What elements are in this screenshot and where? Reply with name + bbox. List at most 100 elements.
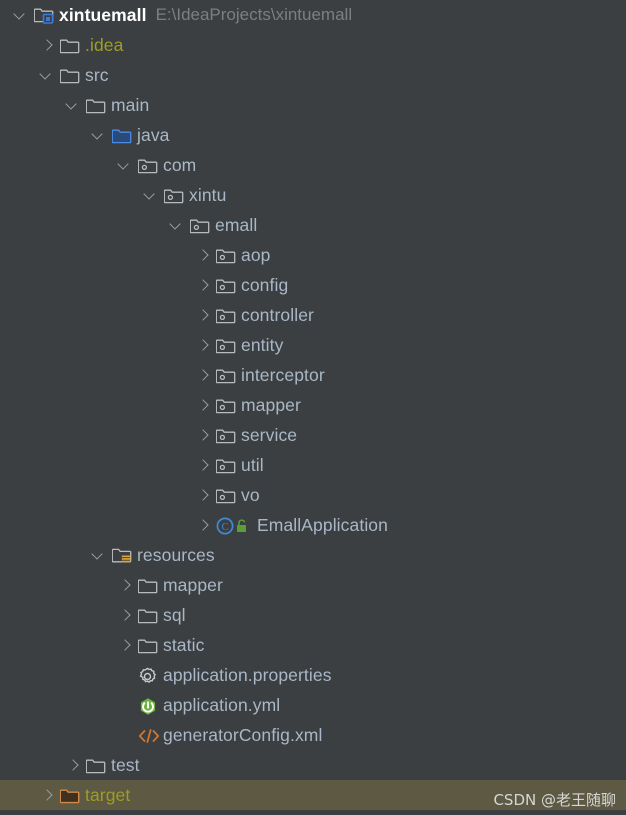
package-icon bbox=[189, 210, 211, 240]
chevron-right-icon[interactable] bbox=[115, 570, 137, 600]
chevron-right-icon[interactable] bbox=[193, 300, 215, 330]
tree-row-service[interactable]: service bbox=[0, 420, 626, 450]
tree-row-label: application.properties bbox=[163, 665, 332, 685]
tree-row-test[interactable]: test bbox=[0, 750, 626, 780]
chevron-down-icon[interactable] bbox=[89, 540, 111, 570]
tree-row-config[interactable]: config bbox=[0, 270, 626, 300]
package-icon bbox=[163, 180, 185, 210]
tree-row-label: service bbox=[241, 425, 298, 445]
tree-row-xintuemall[interactable]: xintuemall E:\IdeaProjects\xintuemall bbox=[0, 0, 626, 30]
folder-icon bbox=[137, 570, 159, 600]
spring-yaml-file-icon bbox=[137, 690, 159, 720]
tree-row-label: .idea bbox=[85, 35, 124, 55]
folder-icon bbox=[85, 750, 107, 780]
chevron-right-icon[interactable] bbox=[193, 480, 215, 510]
tree-row-util[interactable]: util bbox=[0, 450, 626, 480]
tree-row-label: xintuemall bbox=[59, 5, 147, 25]
package-icon bbox=[215, 330, 237, 360]
tree-row-label: entity bbox=[241, 335, 284, 355]
tree-row-label: java bbox=[137, 125, 170, 145]
tree-row-label: resources bbox=[137, 545, 215, 565]
folder-icon bbox=[85, 90, 107, 120]
tree-row-idea[interactable]: .idea bbox=[0, 30, 626, 60]
tree-row-aop[interactable]: aop bbox=[0, 240, 626, 270]
folder-icon bbox=[137, 600, 159, 630]
chevron-right-icon[interactable] bbox=[193, 360, 215, 390]
tree-row-main[interactable]: main bbox=[0, 90, 626, 120]
chevron-down-icon[interactable] bbox=[115, 150, 137, 180]
tree-row-emallapplication[interactable]: C EmallApplication bbox=[0, 510, 626, 540]
tree-row-application-yml[interactable]: application.yml bbox=[0, 690, 626, 720]
chevron-down-icon[interactable] bbox=[141, 180, 163, 210]
chevron-right-icon[interactable] bbox=[193, 330, 215, 360]
tree-row-vo[interactable]: vo bbox=[0, 480, 626, 510]
java-class-public-icon: C bbox=[215, 510, 253, 540]
package-icon bbox=[215, 360, 237, 390]
chevron-down-icon[interactable] bbox=[89, 120, 111, 150]
chevron-down-icon[interactable] bbox=[63, 90, 85, 120]
tree-row-com[interactable]: com bbox=[0, 150, 626, 180]
tree-row-static[interactable]: static bbox=[0, 630, 626, 660]
tree-row-label: generatorConfig.xml bbox=[163, 725, 323, 745]
tree-row-application-properties[interactable]: application.properties bbox=[0, 660, 626, 690]
package-icon bbox=[215, 240, 237, 270]
chevron-down-icon[interactable] bbox=[11, 0, 33, 30]
project-path: E:\IdeaProjects\xintuemall bbox=[155, 5, 353, 24]
tree-row-label: EmallApplication bbox=[257, 515, 388, 535]
tree-row-interceptor[interactable]: interceptor bbox=[0, 360, 626, 390]
tree-row-label: mapper bbox=[241, 395, 301, 415]
package-icon bbox=[215, 390, 237, 420]
tree-row-label: xintu bbox=[189, 185, 227, 205]
excluded-folder-icon bbox=[59, 780, 81, 810]
tree-row-mapper[interactable]: mapper bbox=[0, 390, 626, 420]
folder-icon bbox=[59, 60, 81, 90]
tree-row-label: util bbox=[241, 455, 264, 475]
source-root-folder-icon bbox=[111, 120, 133, 150]
chevron-right-icon[interactable] bbox=[193, 450, 215, 480]
tree-row-src[interactable]: src bbox=[0, 60, 626, 90]
chevron-right-icon[interactable] bbox=[193, 390, 215, 420]
chevron-right-icon[interactable] bbox=[37, 30, 59, 60]
chevron-right-icon[interactable] bbox=[115, 630, 137, 660]
tree-row-label: aop bbox=[241, 245, 271, 265]
tree-row-generatorconfig-xml[interactable]: generatorConfig.xml bbox=[0, 720, 626, 750]
tree-row-sql[interactable]: sql bbox=[0, 600, 626, 630]
tree-row-mapper[interactable]: mapper bbox=[0, 570, 626, 600]
tree-row-xintu[interactable]: xintu bbox=[0, 180, 626, 210]
tree-row-target[interactable]: target bbox=[0, 780, 626, 810]
tree-row-entity[interactable]: entity bbox=[0, 330, 626, 360]
tree-row-label: config bbox=[241, 275, 289, 295]
project-tool-window[interactable]: xintuemall E:\IdeaProjects\xintuemall .id… bbox=[0, 0, 626, 815]
package-icon bbox=[215, 300, 237, 330]
tree-row-label: static bbox=[163, 635, 205, 655]
chevron-right-icon[interactable] bbox=[193, 420, 215, 450]
package-icon bbox=[215, 420, 237, 450]
chevron-right-icon[interactable] bbox=[193, 270, 215, 300]
chevron-right-icon[interactable] bbox=[37, 780, 59, 810]
tree-row-label: com bbox=[163, 155, 197, 175]
tree-row-java[interactable]: java bbox=[0, 120, 626, 150]
tree-row-resources[interactable]: resources bbox=[0, 540, 626, 570]
package-icon bbox=[215, 480, 237, 510]
tree-row-label: sql bbox=[163, 605, 186, 625]
chevron-down-icon[interactable] bbox=[37, 60, 59, 90]
tree-row-label: emall bbox=[215, 215, 258, 235]
chevron-right-icon[interactable] bbox=[63, 750, 85, 780]
chevron-down-icon[interactable] bbox=[167, 210, 189, 240]
tree-row-controller[interactable]: controller bbox=[0, 300, 626, 330]
chevron-right-icon[interactable] bbox=[115, 600, 137, 630]
chevron-right-icon[interactable] bbox=[193, 240, 215, 270]
tree-row-label: vo bbox=[241, 485, 260, 505]
chevron-right-icon[interactable] bbox=[193, 510, 215, 540]
package-icon bbox=[137, 150, 159, 180]
tree-row-emall[interactable]: emall bbox=[0, 210, 626, 240]
svg-text:C: C bbox=[222, 522, 229, 533]
properties-file-icon bbox=[137, 660, 159, 690]
tree-row-label: test bbox=[111, 755, 140, 775]
module-folder-icon bbox=[33, 0, 55, 30]
folder-icon bbox=[59, 30, 81, 60]
tree-row-label: mapper bbox=[163, 575, 223, 595]
